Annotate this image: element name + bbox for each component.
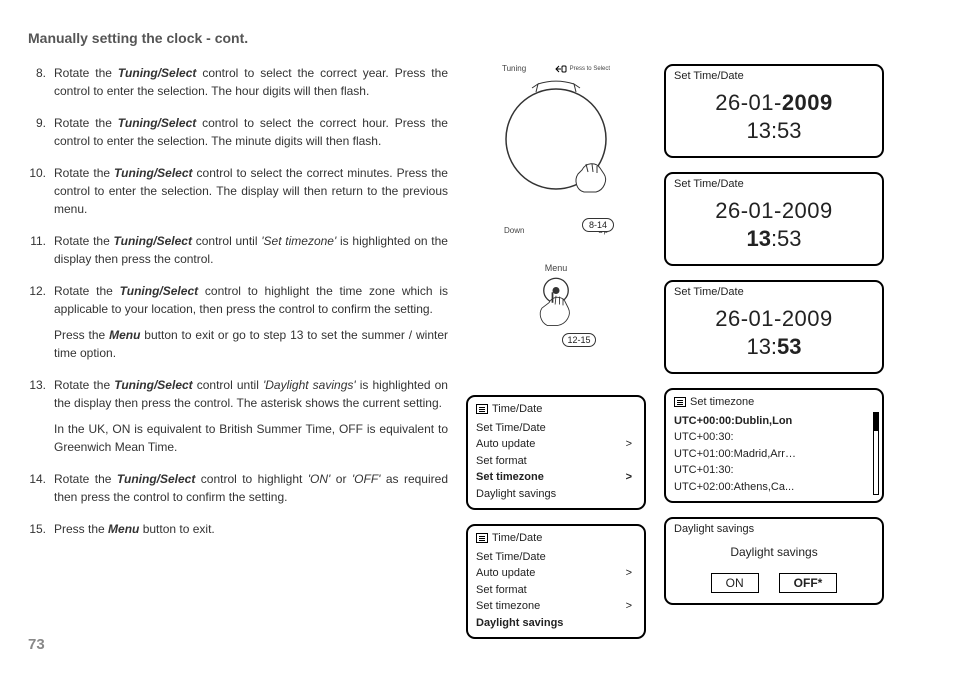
step-9: 9. Rotate the Tuning/Select control to s… (28, 114, 448, 150)
step-13: 13. Rotate the Tuning/Select control unt… (28, 376, 448, 456)
menu-set-timezone: Set timezone UTC+00:00:Dublin,Lon UTC+00… (664, 388, 884, 503)
page-number: 73 (28, 636, 45, 653)
menu-step-range: 12-15 (562, 333, 595, 347)
dial-label-tuning: Tuning (502, 64, 526, 74)
menu-list-icon (674, 397, 686, 407)
lcd-hour: Set Time/Date 26-01-2009 13:53 (664, 172, 884, 266)
step-12: 12. Rotate the Tuning/Select control to … (28, 282, 448, 362)
daylight-savings-box: Daylight savings Daylight savings ON OFF… (664, 517, 884, 605)
step-15: 15. Press the Menu button to exit. (28, 520, 448, 538)
menu-list-icon (476, 533, 488, 543)
menu-list-icon (476, 404, 488, 414)
step-8: 8. Rotate the Tuning/Select control to s… (28, 64, 448, 100)
menu-timedate-settz: Time/Date Set Time/Date Auto update> Set… (466, 395, 646, 510)
step-14: 14. Rotate the Tuning/Select control to … (28, 470, 448, 506)
menu-button-illustration: Menu 12-15 (466, 263, 646, 347)
page-title: Manually setting the clock - cont. (28, 30, 926, 46)
tuning-dial-illustration: Tuning Press to Select 8-14 Down (466, 64, 646, 235)
lcd-year: Set Time/Date 26-01-2009 13:53 (664, 64, 884, 158)
lcd-minute: Set Time/Date 26-01-2009 13:53 (664, 280, 884, 374)
menu-timedate-ds: Time/Date Set Time/Date Auto update> Set… (466, 524, 646, 639)
timezone-scrollbar[interactable] (873, 412, 879, 495)
step-11: 11. Rotate the Tuning/Select control unt… (28, 232, 448, 268)
ds-off-button[interactable]: OFF* (779, 573, 838, 593)
dial-step-range: 8-14 (582, 218, 614, 232)
step-10: 10. Rotate the Tuning/Select control to … (28, 164, 448, 218)
press-arrow-icon (555, 64, 567, 74)
instruction-list: 8. Rotate the Tuning/Select control to s… (28, 64, 448, 653)
dial-icon (486, 74, 626, 214)
ds-on-button[interactable]: ON (711, 573, 759, 593)
